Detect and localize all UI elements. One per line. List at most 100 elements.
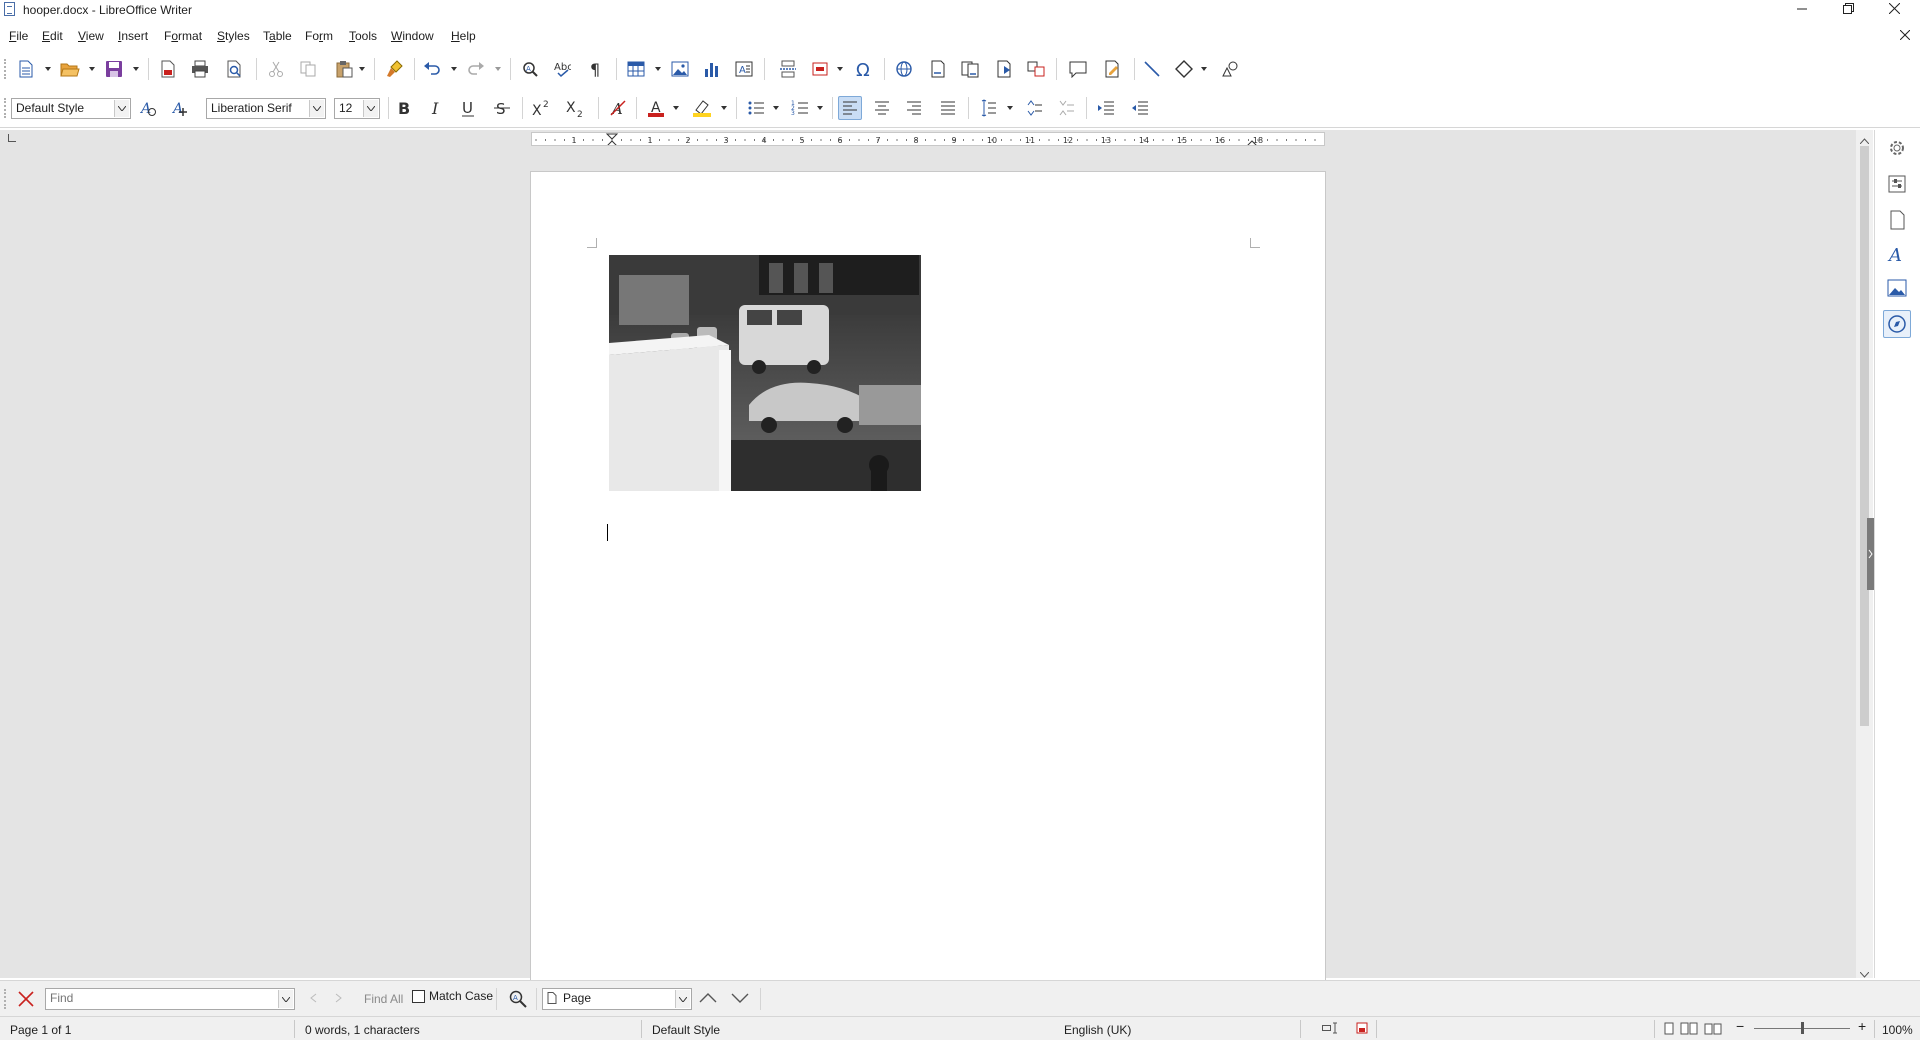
zoom-slider-thumb[interactable] — [1801, 1022, 1804, 1034]
paste-dropdown[interactable] — [358, 57, 366, 81]
save-button[interactable] — [102, 57, 126, 81]
menu-window[interactable]: Window — [391, 26, 434, 46]
align-left-button[interactable] — [838, 96, 862, 120]
increase-indent-button[interactable] — [1094, 96, 1118, 120]
paragraph-style-dropdown[interactable] — [114, 100, 129, 117]
insert-table-button[interactable] — [624, 57, 648, 81]
new-style-button[interactable]: A — [168, 96, 192, 120]
show-draw-functions-button[interactable] — [1218, 57, 1242, 81]
menu-styles[interactable]: Styles — [217, 26, 250, 46]
scroll-up-button[interactable] — [1859, 133, 1870, 147]
font-color-dropdown[interactable] — [672, 96, 680, 120]
find-next-button[interactable] — [332, 991, 346, 1008]
insert-image-button[interactable] — [668, 57, 692, 81]
line-spacing-dropdown[interactable] — [1006, 96, 1014, 120]
undo-button[interactable] — [420, 57, 444, 81]
inserted-photo[interactable] — [609, 255, 921, 491]
navigate-next-button[interactable] — [730, 991, 750, 1008]
redo-button[interactable] — [464, 57, 488, 81]
unordered-list-button[interactable] — [744, 96, 768, 120]
close-document-button[interactable] — [1899, 29, 1911, 43]
align-right-button[interactable] — [902, 96, 926, 120]
new-document-button[interactable] — [14, 57, 38, 81]
highlighting-color-button[interactable] — [690, 96, 714, 120]
font-color-button[interactable]: A — [644, 96, 668, 120]
italic-button[interactable]: I — [424, 96, 448, 120]
insert-comment-button[interactable] — [1066, 57, 1090, 81]
save-dropdown[interactable] — [132, 57, 140, 81]
word-count-status[interactable]: 0 words, 1 characters — [305, 1023, 420, 1037]
find-replace-button[interactable]: A — [518, 57, 542, 81]
insert-text-box-button[interactable]: A — [732, 57, 756, 81]
find-history-dropdown[interactable] — [278, 990, 293, 1008]
insert-field-button[interactable] — [808, 57, 832, 81]
bold-button[interactable]: B — [392, 96, 416, 120]
insert-mode-status[interactable] — [1322, 1022, 1340, 1037]
find-previous-button[interactable] — [306, 991, 320, 1008]
close-window-button[interactable] — [1872, 0, 1916, 22]
cut-button[interactable] — [264, 57, 288, 81]
insert-page-break-button[interactable] — [776, 57, 800, 81]
book-view-button[interactable] — [1704, 1022, 1722, 1038]
highlighting-color-dropdown[interactable] — [720, 96, 728, 120]
page-number-status[interactable]: Page 1 of 1 — [10, 1023, 71, 1037]
print-button[interactable] — [188, 57, 212, 81]
close-find-bar-button[interactable] — [18, 991, 34, 1010]
open-dropdown[interactable] — [88, 57, 96, 81]
menu-edit[interactable]: Edit — [42, 26, 63, 46]
ordered-list-button[interactable]: 123 — [788, 96, 812, 120]
sidebar-settings-button[interactable] — [1887, 138, 1907, 161]
font-name-combo[interactable]: Liberation Serif — [206, 98, 326, 119]
strikethrough-button[interactable]: S — [490, 96, 514, 120]
subscript-button[interactable]: X2 — [564, 96, 588, 120]
ordered-list-dropdown[interactable] — [816, 96, 824, 120]
undo-dropdown[interactable] — [450, 57, 458, 81]
find-input-combo[interactable] — [45, 988, 295, 1010]
match-case-checkbox[interactable] — [412, 989, 425, 1003]
page-style-status[interactable]: Default Style — [652, 1023, 720, 1037]
menu-view[interactable]: View — [78, 26, 104, 46]
open-button[interactable] — [58, 57, 82, 81]
document-modified-status[interactable] — [1356, 1022, 1368, 1037]
insert-bookmark-button[interactable] — [992, 57, 1016, 81]
insert-endnote-button[interactable] — [958, 57, 982, 81]
formatting-marks-button[interactable]: ¶ — [584, 57, 608, 81]
align-center-button[interactable] — [870, 96, 894, 120]
tab-stop-selector[interactable] — [8, 134, 16, 142]
find-replace-dialog-button[interactable]: A — [508, 989, 528, 1012]
basic-shapes-dropdown[interactable] — [1200, 57, 1208, 81]
navigate-by-combo[interactable]: Page — [542, 988, 692, 1010]
sidebar-navigator-button[interactable] — [1883, 310, 1911, 338]
redo-dropdown[interactable] — [494, 57, 502, 81]
multi-page-view-button[interactable] — [1680, 1022, 1698, 1038]
scroll-down-button[interactable] — [1859, 967, 1870, 981]
justify-button[interactable] — [936, 96, 960, 120]
font-name-dropdown[interactable] — [309, 100, 324, 117]
zoom-in-button[interactable]: + — [1858, 1018, 1866, 1034]
minimize-button[interactable] — [1780, 0, 1824, 22]
menu-form[interactable]: Form — [305, 26, 333, 46]
clone-formatting-button[interactable] — [382, 57, 406, 81]
toolbar-grip[interactable] — [4, 98, 8, 118]
underline-button[interactable]: U — [456, 96, 480, 120]
menu-tools[interactable]: Tools — [349, 26, 377, 46]
decrease-indent-button[interactable] — [1128, 96, 1152, 120]
horizontal-ruler[interactable]: 1 1 2 3 4 5 6 7 8 9 10 11 12 13 14 15 16 18 — [531, 132, 1325, 146]
restore-button[interactable] — [1826, 0, 1870, 22]
menu-insert[interactable]: Insert — [118, 26, 148, 46]
menu-format[interactable]: Format — [164, 26, 202, 46]
copy-button[interactable] — [296, 57, 320, 81]
sidebar-styles-button[interactable]: A — [1887, 244, 1907, 267]
find-input[interactable] — [50, 991, 270, 1005]
insert-cross-reference-button[interactable] — [1024, 57, 1048, 81]
toolbar-grip[interactable] — [4, 989, 8, 1009]
paste-button[interactable] — [332, 57, 356, 81]
paragraph-style-combo[interactable]: Default Style — [11, 98, 131, 119]
clear-formatting-button[interactable]: A — [606, 96, 630, 120]
decrease-paragraph-spacing-button[interactable] — [1054, 96, 1078, 120]
insert-special-character-button[interactable]: Ω — [852, 57, 876, 81]
menu-help[interactable]: Help — [451, 26, 476, 46]
insert-line-button[interactable] — [1140, 57, 1164, 81]
font-size-combo[interactable]: 12 — [334, 98, 380, 119]
insert-field-dropdown[interactable] — [836, 57, 844, 81]
